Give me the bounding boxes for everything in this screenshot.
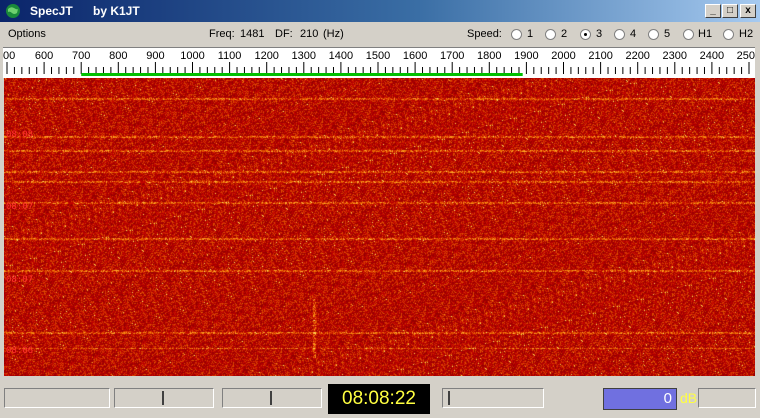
speed-label-3: 3 bbox=[596, 28, 603, 40]
freq-value: 1481 bbox=[240, 28, 265, 40]
ruler-label: 00 bbox=[3, 50, 15, 62]
status-bar: 08:08:22 0 dB bbox=[0, 382, 760, 418]
close-button[interactable]: x bbox=[740, 4, 756, 18]
ruler-label: 1500 bbox=[366, 50, 390, 62]
speed-radio-h2[interactable] bbox=[723, 29, 734, 40]
ruler-label: 800 bbox=[109, 50, 127, 62]
time-label: 08:08 bbox=[6, 130, 34, 140]
ruler-label: 1400 bbox=[329, 50, 353, 62]
close-icon: x bbox=[745, 5, 751, 16]
time-label: 08:07 bbox=[6, 275, 34, 285]
ruler-scale: 00 600 700 800 900 1000 1100 1200 1300 1400 1500 16… bbox=[3, 50, 755, 76]
speed-label-1: 1 bbox=[527, 28, 534, 40]
ruler-label: 1300 bbox=[292, 50, 316, 62]
ruler-label: 1100 bbox=[218, 50, 242, 62]
window-title: SpecJT bbox=[30, 4, 73, 18]
contrast-slider[interactable] bbox=[222, 388, 322, 408]
brightness-slider[interactable] bbox=[114, 388, 214, 408]
utc-clock: 08:08:22 bbox=[328, 384, 430, 414]
speed-radio-3[interactable] bbox=[580, 29, 591, 40]
slider-thumb[interactable] bbox=[162, 391, 164, 405]
minimize-icon: _ bbox=[710, 5, 716, 16]
window-author: by K1JT bbox=[93, 4, 140, 18]
status-panel-right bbox=[698, 388, 756, 408]
ruler-label: 1000 bbox=[180, 50, 204, 62]
waterfall-canvas bbox=[4, 78, 755, 376]
globe-app-icon bbox=[6, 4, 20, 18]
spectrogram-waterfall[interactable]: 08:08 08:07 08:07 08:06 bbox=[4, 78, 755, 376]
title-bar: SpecJT by K1JT _ □ x bbox=[0, 0, 760, 22]
speed-radio-h1[interactable] bbox=[683, 29, 694, 40]
ruler-label: 1600 bbox=[403, 50, 427, 62]
status-panel bbox=[4, 388, 110, 408]
speed-label-4: 4 bbox=[630, 28, 637, 40]
speed-radio-2[interactable] bbox=[545, 29, 556, 40]
speed-radio-4[interactable] bbox=[614, 29, 625, 40]
time-label: 08:06 bbox=[6, 346, 34, 356]
df-unit: (Hz) bbox=[323, 28, 344, 40]
ruler-label: 600 bbox=[35, 50, 53, 62]
ruler-label: 2200 bbox=[625, 50, 649, 62]
ruler-label: 1900 bbox=[514, 50, 538, 62]
gain-slider[interactable] bbox=[442, 388, 544, 408]
slider-thumb[interactable] bbox=[448, 391, 450, 405]
ruler-label: 1200 bbox=[254, 50, 278, 62]
speed-label: Speed: bbox=[467, 28, 502, 40]
ruler-label: 900 bbox=[146, 50, 164, 62]
passband-indicator bbox=[81, 73, 523, 76]
ruler-label: 1700 bbox=[440, 50, 464, 62]
ruler-label: 2000 bbox=[551, 50, 575, 62]
speed-label-5: 5 bbox=[664, 28, 671, 40]
minimize-button[interactable]: _ bbox=[705, 4, 721, 18]
frequency-ruler[interactable]: 00 600 700 800 900 1000 1100 1200 1300 1400 1500 16… bbox=[3, 47, 755, 78]
speed-radio-1[interactable] bbox=[511, 29, 522, 40]
options-menu[interactable]: Options bbox=[8, 28, 46, 40]
ruler-label: 700 bbox=[72, 50, 90, 62]
ruler-label: 1800 bbox=[477, 50, 501, 62]
df-label: DF: bbox=[275, 28, 293, 40]
df-value: 210 bbox=[300, 28, 319, 40]
db-level-readout: 0 bbox=[603, 388, 677, 410]
ruler-label: 250 bbox=[737, 50, 755, 62]
db-unit: dB bbox=[680, 390, 698, 406]
maximize-button[interactable]: □ bbox=[722, 4, 738, 18]
maximize-icon: □ bbox=[726, 5, 734, 16]
speed-label-h1: H1 bbox=[698, 28, 713, 40]
speed-radio-5[interactable] bbox=[648, 29, 659, 40]
slider-thumb[interactable] bbox=[270, 391, 272, 405]
time-label: 08:07 bbox=[6, 202, 34, 212]
ruler-label: 2300 bbox=[663, 50, 687, 62]
ruler-label: 2400 bbox=[700, 50, 724, 62]
ruler-label: 2100 bbox=[588, 50, 612, 62]
speed-label-h2: H2 bbox=[739, 28, 754, 40]
freq-label: Freq: bbox=[209, 28, 235, 40]
speed-label-2: 2 bbox=[561, 28, 568, 40]
menu-bar: Options Freq: 1481 DF: 210 (Hz) Speed: 1… bbox=[0, 24, 760, 46]
